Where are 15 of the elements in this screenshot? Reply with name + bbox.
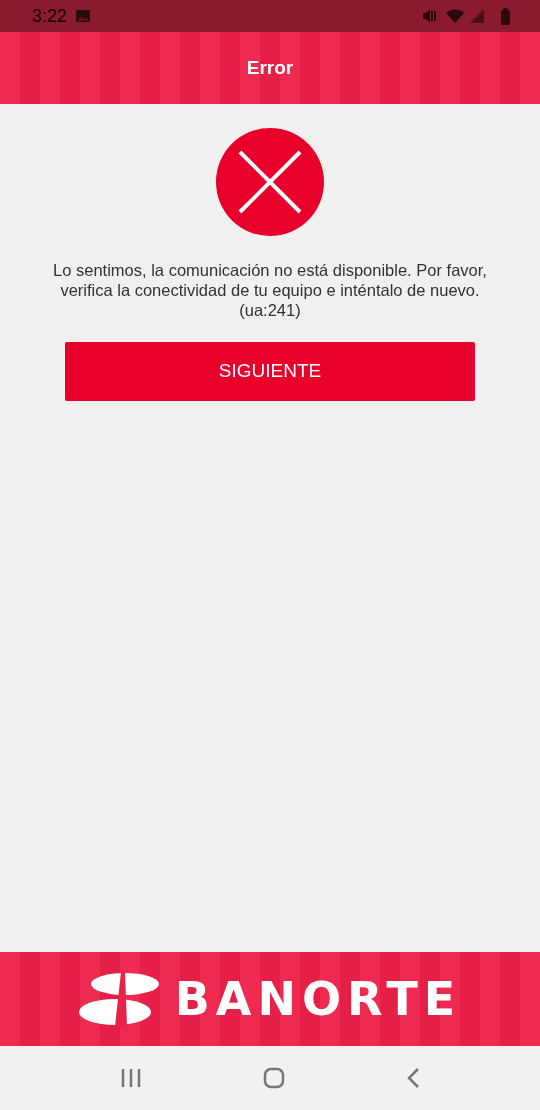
battery-icon	[501, 7, 510, 25]
signal-icon	[469, 8, 485, 24]
home-icon[interactable]	[263, 1067, 285, 1089]
recent-apps-icon[interactable]	[120, 1068, 143, 1088]
status-time: 3:22	[32, 4, 68, 28]
wifi-icon	[445, 8, 465, 24]
error-icon	[216, 128, 324, 236]
mute-icon	[421, 8, 437, 24]
image-icon	[75, 9, 92, 23]
error-message: Lo sentimos, la comunicación no está disponible. Por favor, verifica la conectividad de tu equipo e inténtalo de nuevo. (ua:241)	[52, 260, 488, 320]
next-button[interactable]: SIGUIENTE	[65, 342, 475, 401]
brand-logo-text: BANORTE	[174, 976, 462, 1022]
screen-title: Error	[246, 55, 294, 80]
back-icon[interactable]	[405, 1067, 420, 1089]
logo-icon	[78, 972, 161, 1026]
